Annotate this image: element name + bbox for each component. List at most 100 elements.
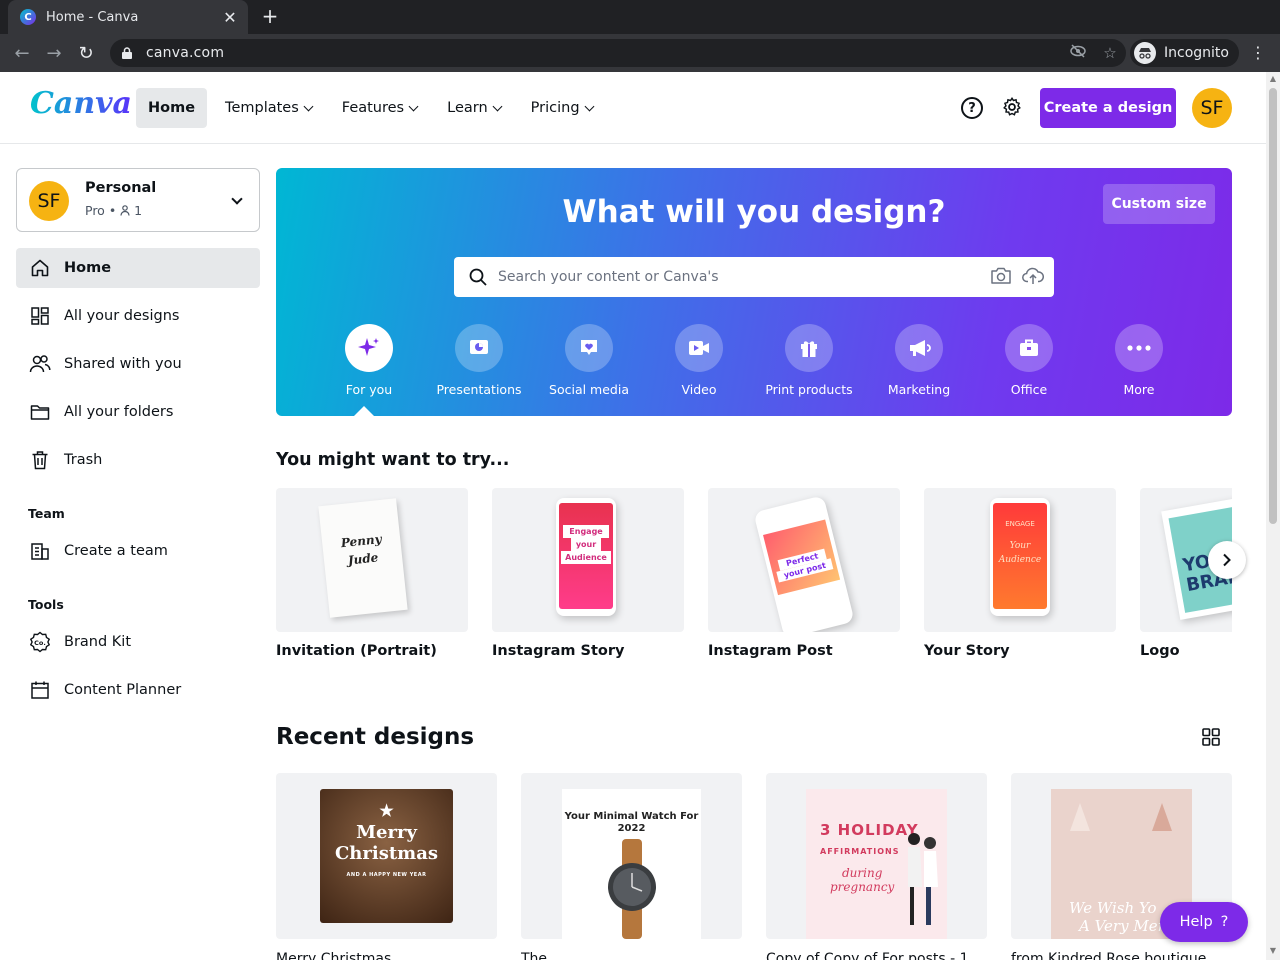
recent-thumbnail: ★ Merry Christmas AND A HAPPY NEW YEAR (276, 773, 497, 939)
try-label: Instagram Story (492, 643, 625, 659)
try-card-invitation[interactable]: Penny Jude Invitation (Portrait) (276, 488, 468, 659)
url-text: canva.com (146, 45, 225, 61)
app-header: Canva Home Templates Features Learn Pric… (0, 72, 1266, 144)
megaphone-icon (895, 324, 943, 372)
nav-templates-label: Templates (225, 100, 299, 116)
new-tab-button[interactable]: + (258, 4, 282, 28)
try-card-instagram-story[interactable]: Engage your Audience Instagram Story (492, 488, 684, 659)
recent-section-title: Recent designs (276, 724, 475, 750)
sidebar-item-shared[interactable]: Shared with you (16, 344, 260, 384)
story-text-2: your (571, 538, 601, 551)
page-scrollbar[interactable]: ▲ ▼ (1266, 72, 1280, 960)
incognito-label: Incognito (1164, 45, 1229, 61)
active-category-pointer (354, 406, 374, 416)
sidebar-item-label: All your folders (64, 404, 174, 420)
account-avatar: SF (29, 181, 69, 221)
category-label: Video (681, 382, 717, 397)
tab-title: Home - Canva (46, 9, 139, 25)
recent-card-holiday-affirmations[interactable]: 3 HOLIDAY AFFIRMATIONS during pregnancy … (766, 773, 987, 960)
canva-favicon-icon: C (20, 9, 36, 25)
incognito-indicator[interactable]: Incognito (1130, 39, 1239, 67)
category-print-products[interactable]: Print products (754, 324, 864, 397)
chevron-down-icon (303, 101, 314, 111)
forward-icon[interactable]: → (42, 41, 66, 65)
briefcase-icon (1005, 324, 1053, 372)
chevron-down-icon (584, 101, 594, 111)
hero-title: What will you design? (562, 194, 946, 230)
grid-view-icon[interactable] (1202, 728, 1220, 746)
category-video[interactable]: Video (644, 324, 754, 397)
category-label: More (1123, 382, 1155, 397)
address-bar[interactable]: canva.com ☆ (110, 39, 1126, 67)
grid-icon (28, 304, 52, 328)
settings-gear-icon[interactable] (1001, 96, 1023, 118)
sidebar-item-create-team[interactable]: Create a team (16, 531, 260, 571)
sidebar-item-trash[interactable]: Trash (16, 440, 260, 480)
watch-text-2: 2022 (617, 823, 646, 834)
nav-features[interactable]: Features (330, 88, 429, 128)
canva-logo[interactable]: Canva (30, 86, 132, 121)
star-icon[interactable]: ☆ (1094, 44, 1126, 62)
camera-icon[interactable] (990, 266, 1012, 286)
chevron-down-icon (408, 101, 419, 111)
try-thumbnail: Penny Jude (276, 488, 468, 632)
incognito-icon (1134, 42, 1156, 64)
your-story-text-3: Audience (998, 555, 1042, 565)
create-design-button[interactable]: Create a design (1040, 88, 1176, 128)
nav-templates[interactable]: Templates (213, 88, 324, 128)
category-social-media[interactable]: Social media (534, 324, 644, 397)
your-story-text-1: ENGAGE (1005, 520, 1035, 528)
nav-pricing[interactable]: Pricing (519, 88, 605, 128)
recent-label: The... (521, 951, 561, 960)
search-input[interactable] (498, 269, 968, 285)
sidebar-item-label: Create a team (64, 543, 168, 559)
recent-card-merry-christmas[interactable]: ★ Merry Christmas AND A HAPPY NEW YEAR M… (276, 773, 497, 960)
try-card-your-story[interactable]: ENGAGE Your Audience Your Story (924, 488, 1116, 659)
help-circle-icon[interactable]: ? (961, 97, 983, 119)
try-thumbnail: Perfect your post (708, 488, 900, 632)
try-card-instagram-post[interactable]: Perfect your post Instagram Post (708, 488, 900, 659)
category-presentations[interactable]: Presentations (424, 324, 534, 397)
christmas-text-3: AND A HAPPY NEW YEAR (346, 872, 427, 878)
your-story-text-2: Your (1009, 541, 1031, 551)
category-marketing[interactable]: Marketing (864, 324, 974, 397)
team-heading: Team (28, 506, 65, 521)
scroll-down-icon[interactable]: ▼ (1269, 946, 1277, 955)
account-switcher[interactable]: SF Personal Pro • 1 (16, 168, 260, 232)
browser-tabbar: C Home - Canva ✕ + (0, 0, 1280, 34)
browser-tab[interactable]: C Home - Canva ✕ (8, 0, 248, 34)
scroll-thumb[interactable] (1269, 88, 1277, 524)
eye-off-icon[interactable] (1062, 44, 1094, 62)
sidebar-item-content-planner[interactable]: Content Planner (16, 670, 260, 710)
recent-card-the[interactable]: Your Minimal Watch For 2022 The... (521, 773, 742, 960)
reload-icon[interactable]: ↻ (74, 41, 98, 65)
try-label: Instagram Post (708, 643, 833, 659)
sidebar-item-all-designs[interactable]: All your designs (16, 296, 260, 336)
browser-menu-icon[interactable]: ⋮ (1248, 41, 1268, 65)
sidebar-item-folders[interactable]: All your folders (16, 392, 260, 432)
carousel-next-button[interactable] (1208, 541, 1246, 579)
try-label: Logo (1140, 643, 1180, 659)
upload-cloud-icon[interactable] (1022, 266, 1044, 286)
invitation-card-art: Penny Jude (318, 498, 408, 618)
person-icon (120, 205, 130, 216)
sidebar-item-brand-kit[interactable]: Co. Brand Kit (16, 622, 260, 662)
nav-learn[interactable]: Learn (435, 88, 513, 128)
phone-mockup: ENGAGE Your Audience (990, 498, 1050, 616)
hero-banner: What will you design? Custom size For yo… (276, 168, 1232, 416)
tab-close-icon[interactable]: ✕ (222, 8, 238, 27)
sidebar-item-home[interactable]: Home (16, 248, 260, 288)
account-plan-info: Pro • 1 (85, 203, 142, 218)
category-more[interactable]: More (1084, 324, 1194, 397)
nav-home[interactable]: Home (136, 88, 208, 128)
custom-size-button[interactable]: Custom size (1103, 184, 1215, 224)
help-button[interactable]: Help ? (1160, 902, 1248, 942)
search-bar[interactable] (454, 257, 1054, 297)
category-for-you[interactable]: For you (314, 324, 424, 397)
category-office[interactable]: Office (974, 324, 1084, 397)
back-icon[interactable]: ← (10, 41, 34, 65)
scroll-up-icon[interactable]: ▲ (1269, 74, 1277, 83)
account-plan: Pro (85, 203, 105, 218)
story-text-3: Audience (561, 551, 611, 564)
user-avatar[interactable]: SF (1192, 88, 1232, 128)
